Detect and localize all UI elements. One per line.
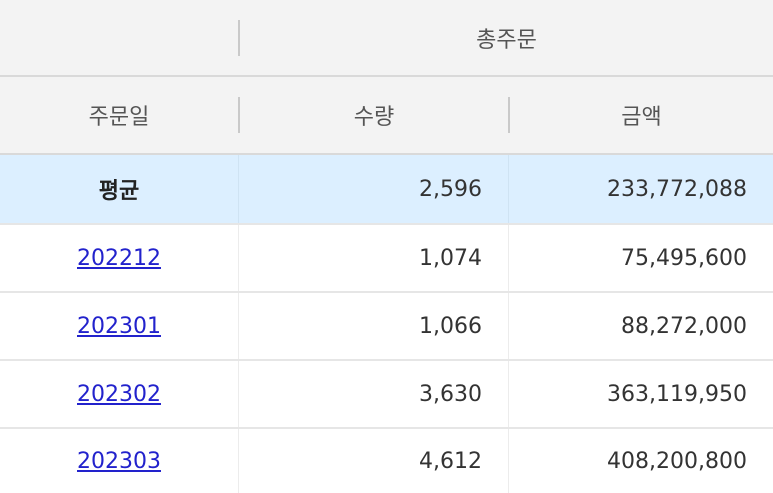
column-header-quantity[interactable]: 수량 [240, 77, 508, 153]
order-summary-grid: 총주문 주문일 수량 금액 평균 2,596 233,772,088 20221… [0, 0, 773, 493]
order-date-cell: 202303 [0, 429, 238, 493]
average-row-label: 평균 [98, 179, 140, 204]
cell-divider [508, 429, 509, 493]
quantity-cell: 1,074 [419, 245, 482, 271]
cell-divider [238, 293, 239, 359]
cell-divider [508, 155, 509, 223]
amount-cell: 75,495,600 [621, 245, 747, 271]
order-date-link[interactable]: 202303 [77, 449, 161, 474]
order-date-link[interactable]: 202212 [77, 246, 161, 271]
cell-divider [238, 429, 239, 493]
column-header-order-date[interactable]: 주문일 [0, 77, 238, 153]
quantity-cell: 3,630 [419, 381, 482, 407]
amount-cell: 88,272,000 [621, 313, 747, 339]
cell-divider [508, 361, 509, 427]
quantity-cell: 1,066 [419, 313, 482, 339]
cell-divider [508, 225, 509, 291]
cell-divider [238, 361, 239, 427]
order-date-cell: 202212 [0, 225, 238, 291]
header-group-total-orders[interactable]: 총주문 [240, 0, 773, 75]
cell-divider [238, 155, 239, 223]
average-row-amount: 233,772,088 [607, 176, 747, 202]
cell-divider [238, 225, 239, 291]
average-row-quantity: 2,596 [419, 176, 482, 202]
amount-cell: 408,200,800 [607, 448, 747, 474]
order-date-cell: 202302 [0, 361, 238, 427]
order-date-link[interactable]: 202301 [77, 314, 161, 339]
column-header-amount[interactable]: 금액 [510, 77, 773, 153]
order-date-link[interactable]: 202302 [77, 382, 161, 407]
cell-divider [508, 293, 509, 359]
order-date-cell: 202301 [0, 293, 238, 359]
quantity-cell: 4,612 [419, 448, 482, 474]
amount-cell: 363,119,950 [607, 381, 747, 407]
